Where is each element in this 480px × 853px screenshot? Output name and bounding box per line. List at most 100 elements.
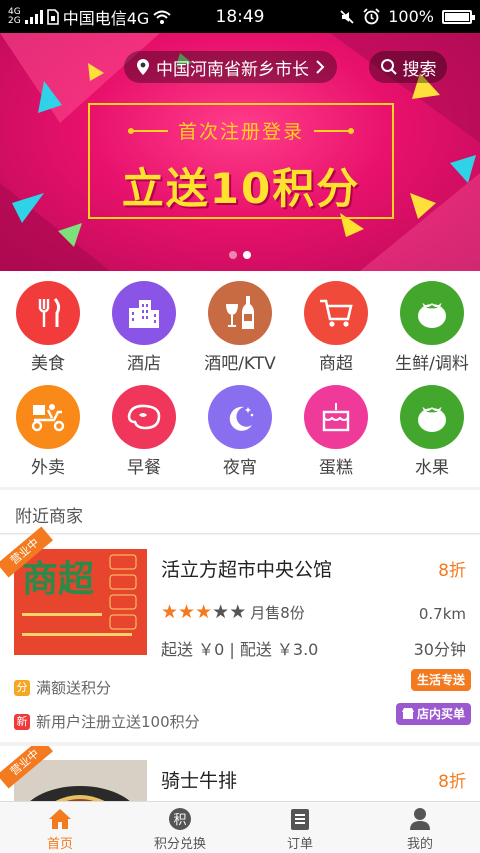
shop-name: 活立方超市中央公馆 (161, 559, 333, 581)
promo-subtitle-row: 首次注册登录 (90, 117, 392, 144)
category-label: 水果 (415, 458, 449, 478)
tomato-icon (400, 281, 464, 345)
promo-points: 分 满额送积分 (14, 677, 111, 698)
tab-label: 订单 (286, 837, 313, 852)
location-text: 中国河南省新乡市长 (156, 59, 309, 80)
signal-icon (24, 9, 43, 24)
order-list-icon (287, 806, 313, 832)
promo-text: 新用户注册立送100积分 (36, 713, 200, 731)
star-filled-icon: ★ (178, 601, 196, 623)
search-button[interactable]: 搜索 (369, 51, 447, 83)
tag-in-store-pay: 店内买单 (395, 703, 471, 725)
promo-text: 满额送积分 (36, 679, 112, 697)
category-late-night[interactable]: 夜宵 (192, 375, 288, 478)
shop-image: 商超 (14, 549, 147, 655)
category-cake[interactable]: 蛋糕 (288, 375, 384, 478)
shop-thumbnail: 商超 (14, 549, 147, 655)
network-bottom-label: 2G (8, 15, 21, 26)
carousel-dot (229, 251, 237, 259)
shop-card[interactable]: 营业中 骑士牛排 8折 (0, 746, 480, 801)
shop-rating: ★ ★ ★ ★ ★ 月售8份 (161, 601, 305, 623)
battery-percent: 100% (388, 7, 434, 26)
category-label: 美食 (31, 354, 65, 374)
category-label: 酒店 (127, 354, 161, 374)
home-icon (47, 806, 73, 832)
location-selector[interactable]: 中国河南省新乡市长 (124, 51, 337, 83)
sim-icon (46, 8, 59, 25)
status-bar: 4G 2G 中国电信4G 18:49 100% (0, 0, 480, 33)
shop-name: 骑士牛排 (161, 770, 238, 792)
promo-subtitle: 首次注册登录 (177, 121, 304, 143)
star-filled-icon: ★ (195, 601, 213, 623)
shop-fees: 起送 ￥0 | 配送 ￥3.0 (161, 640, 319, 659)
nearby-section-title: 附近商家 (0, 490, 480, 534)
tab-orders[interactable]: 订单 (240, 802, 360, 853)
steak-icon (112, 385, 176, 449)
search-icon (380, 59, 397, 75)
category-breakfast[interactable]: 早餐 (96, 375, 192, 478)
svg-text:积: 积 (173, 813, 186, 828)
carrier-label: 中国电信4G (62, 8, 150, 28)
promo-banner[interactable]: 中国河南省新乡市长 搜索 首次注册登录 立送10积分 (0, 33, 480, 271)
category-label: 外卖 (31, 458, 65, 478)
new-badge-icon: 新 (14, 713, 30, 730)
fork-knife-icon (16, 281, 80, 345)
tab-profile[interactable]: 我的 (360, 802, 480, 853)
shopping-cart-icon (304, 281, 368, 345)
tomato-icon (400, 385, 464, 449)
user-icon (407, 806, 433, 832)
tab-label: 首页 (46, 837, 73, 852)
delivery-scooter-icon (16, 385, 80, 449)
category-supermarket[interactable]: 商超 (288, 271, 384, 374)
shop-distance: 0.7km (418, 605, 466, 623)
category-fruit[interactable]: 水果 (384, 375, 480, 478)
category-label: 酒吧/KTV (204, 354, 276, 374)
tab-home[interactable]: 首页 (0, 802, 120, 853)
tab-label: 我的 (406, 837, 433, 852)
star-empty-icon: ★ (212, 601, 230, 623)
hotel-building-icon (112, 281, 176, 345)
tag-label: 店内买单 (416, 707, 465, 721)
category-grid: 美食 酒店 酒吧/KTV 商超 生鲜/调料 外卖 早餐 夜宵 蛋糕 水果 (0, 271, 480, 487)
category-label: 生鲜/调料 (395, 354, 469, 374)
wifi-icon (153, 10, 171, 24)
moon-icon (208, 385, 272, 449)
shop-sales: 月售8份 (250, 603, 305, 622)
category-label: 夜宵 (223, 458, 257, 478)
cake-icon (304, 385, 368, 449)
bottom-tab-bar: 首页 积 积分兑换 订单 我的 (0, 801, 480, 853)
search-label: 搜索 (402, 59, 437, 80)
network-type-icon: 4G 2G (8, 7, 21, 26)
category-label: 早餐 (127, 458, 161, 478)
svg-text:商超: 商超 (22, 559, 95, 600)
category-label: 商超 (319, 354, 353, 374)
carousel-indicator (0, 251, 480, 259)
carousel-dot-active (243, 251, 251, 259)
battery-icon (442, 9, 475, 24)
category-fresh[interactable]: 生鲜/调料 (384, 271, 480, 374)
category-takeout[interactable]: 外卖 (0, 375, 96, 478)
points-badge-icon: 分 (14, 679, 30, 696)
store-icon (401, 708, 414, 719)
promo-frame: 首次注册登录 立送10积分 (88, 103, 394, 219)
wine-bottle-icon (208, 281, 272, 345)
tab-points[interactable]: 积 积分兑换 (120, 802, 240, 853)
tab-label: 积分兑换 (153, 837, 206, 852)
tag-life-delivery: 生活专送 (410, 669, 471, 691)
category-hotel[interactable]: 酒店 (96, 271, 192, 374)
chevron-right-icon (316, 60, 325, 74)
shop-delivery-time: 30分钟 (413, 640, 466, 659)
category-bar-ktv[interactable]: 酒吧/KTV (192, 271, 288, 374)
star-filled-icon: ★ (161, 601, 179, 623)
category-label: 蛋糕 (319, 458, 353, 478)
shop-discount: 8折 (438, 772, 466, 792)
star-empty-icon: ★ (229, 601, 247, 623)
mute-icon (340, 9, 354, 24)
location-pin-icon (137, 59, 149, 75)
shop-discount: 8折 (438, 561, 466, 581)
promo-title: 立送10积分 (121, 164, 361, 213)
shop-card[interactable]: 商超 营业中 活立方超市中央公馆 8折 ★ ★ ★ ★ ★ 月售8份 0.7km… (0, 526, 480, 742)
category-food[interactable]: 美食 (0, 271, 96, 374)
promo-new-user: 新 新用户注册立送100积分 (14, 711, 200, 732)
points-icon: 积 (167, 806, 193, 832)
